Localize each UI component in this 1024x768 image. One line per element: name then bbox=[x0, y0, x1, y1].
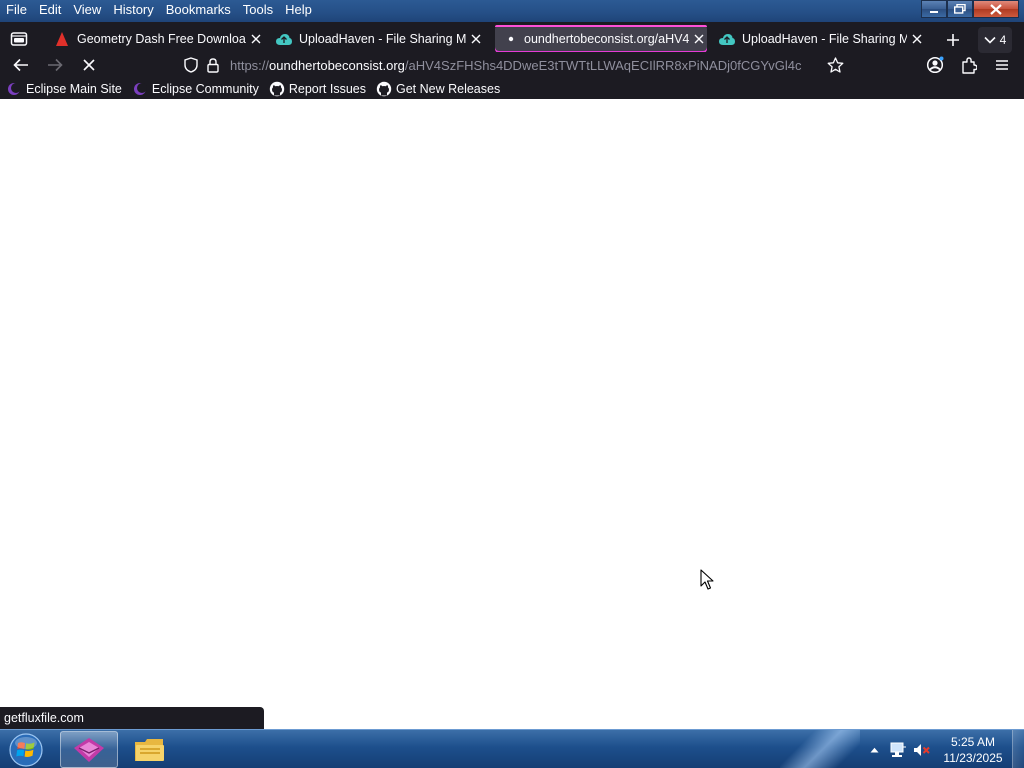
hamburger-menu-icon bbox=[996, 60, 1008, 70]
lock-icon[interactable] bbox=[202, 57, 224, 73]
system-clock[interactable]: 5:25 AM 11/23/2025 bbox=[938, 734, 1008, 766]
close-icon bbox=[990, 3, 1002, 15]
link-status-bar: getfluxfile.com bbox=[0, 707, 264, 729]
account-icon bbox=[926, 56, 944, 74]
geometry-dash-icon bbox=[54, 31, 70, 47]
start-button[interactable] bbox=[2, 730, 50, 768]
bookmark-star-button[interactable] bbox=[822, 52, 848, 78]
eclipse-icon bbox=[132, 81, 148, 97]
window-controls bbox=[921, 0, 1019, 19]
extensions-button[interactable] bbox=[956, 52, 982, 78]
url-protocol: https:// bbox=[230, 57, 270, 73]
taskbar-glare bbox=[780, 730, 860, 768]
close-window-button[interactable] bbox=[973, 0, 1019, 18]
show-desktop-button[interactable] bbox=[1012, 730, 1024, 768]
system-tray: 5:25 AM 11/23/2025 bbox=[862, 730, 1024, 768]
menu-bar: File Edit View History Bookmarks Tools H… bbox=[0, 0, 318, 20]
tab-title: UploadHaven - File Sharing Ma bbox=[742, 32, 907, 46]
volume-tray-icon[interactable] bbox=[910, 738, 934, 762]
close-tab-icon[interactable] bbox=[468, 31, 484, 47]
minimize-button[interactable] bbox=[921, 0, 947, 18]
menu-edit[interactable]: Edit bbox=[33, 0, 67, 20]
tracking-protection-shield-icon[interactable] bbox=[180, 57, 202, 73]
loading-dot-icon bbox=[505, 31, 517, 47]
taskbar: 5:25 AM 11/23/2025 bbox=[0, 729, 1024, 768]
show-hidden-icons-button[interactable] bbox=[862, 738, 886, 762]
firefox-view-icon bbox=[10, 32, 28, 46]
folder-icon bbox=[135, 738, 164, 761]
menu-file[interactable]: File bbox=[0, 0, 33, 20]
firefox-view-button[interactable] bbox=[6, 26, 32, 52]
close-tab-icon[interactable] bbox=[248, 31, 264, 47]
chevron-down-icon bbox=[984, 36, 996, 44]
navigation-bar: https://oundhertobeconsist.org/aHV4SzFHS… bbox=[0, 52, 1024, 78]
chevron-up-icon bbox=[870, 747, 878, 752]
app-menu-button[interactable] bbox=[989, 52, 1015, 78]
eclipse-icon bbox=[6, 81, 22, 97]
bookmark-eclipse-community[interactable]: Eclipse Community bbox=[132, 81, 259, 97]
tab-oundhertobeconsist[interactable]: oundhertobeconsist.org/aHV4S bbox=[495, 25, 707, 53]
new-tab-button[interactable] bbox=[940, 27, 966, 53]
browser-chrome: File Edit View History Bookmarks Tools H… bbox=[0, 0, 1024, 99]
stop-button[interactable] bbox=[76, 52, 102, 78]
tab-strip: Geometry Dash Free Download UploadHaven … bbox=[0, 24, 1024, 54]
menu-view[interactable]: View bbox=[67, 0, 107, 20]
clock-date: 11/23/2025 bbox=[943, 750, 1003, 765]
taskbar-browser-app[interactable] bbox=[60, 731, 118, 768]
address-bar[interactable]: https://oundhertobeconsist.org/aHV4SzFHS… bbox=[176, 52, 850, 78]
bookmark-report-issues[interactable]: Report Issues bbox=[269, 81, 366, 97]
back-button[interactable] bbox=[8, 52, 34, 78]
url-text[interactable]: https://oundhertobeconsist.org/aHV4SzFHS… bbox=[230, 58, 822, 73]
forward-button[interactable] bbox=[42, 52, 68, 78]
volume-muted-icon bbox=[914, 743, 930, 756]
menu-bookmarks[interactable]: Bookmarks bbox=[160, 0, 237, 20]
github-icon bbox=[376, 81, 392, 97]
tab-title: UploadHaven - File Sharing Ma bbox=[299, 32, 466, 46]
tab-count: 4 bbox=[999, 33, 1007, 47]
network-icon bbox=[890, 742, 906, 757]
star-icon bbox=[827, 57, 843, 73]
tab-title: oundhertobeconsist.org/aHV4S bbox=[524, 32, 689, 46]
taskbar-file-explorer[interactable] bbox=[121, 731, 179, 768]
bookmark-get-new-releases[interactable]: Get New Releases bbox=[376, 81, 500, 97]
restore-icon bbox=[954, 4, 966, 14]
url-path: /aHV4SzFHShs4DDweE3tTWTtLLWAqECIlRR8xPiN… bbox=[404, 57, 802, 73]
puzzle-icon bbox=[962, 56, 977, 74]
bookmarks-toolbar: Eclipse Main Site Eclipse Community Repo… bbox=[0, 79, 510, 99]
mouse-cursor-icon bbox=[700, 569, 714, 590]
minimize-icon bbox=[930, 11, 938, 13]
url-host: oundhertobeconsist.org bbox=[269, 57, 405, 73]
menu-tools[interactable]: Tools bbox=[237, 0, 279, 20]
arrow-right-icon bbox=[48, 58, 63, 72]
close-tab-icon[interactable] bbox=[691, 31, 707, 47]
page-content[interactable] bbox=[0, 99, 1024, 729]
tab-geometry-dash[interactable]: Geometry Dash Free Download bbox=[54, 25, 264, 53]
uploadhaven-cloud-icon bbox=[276, 31, 292, 47]
bookmark-eclipse-main-site[interactable]: Eclipse Main Site bbox=[6, 81, 122, 97]
bookmark-label: Get New Releases bbox=[395, 82, 501, 96]
uploadhaven-cloud-icon bbox=[719, 31, 735, 47]
list-all-tabs-button[interactable]: 4 bbox=[978, 27, 1012, 53]
tab-title: Geometry Dash Free Download bbox=[77, 32, 246, 46]
browser-app-icon bbox=[74, 737, 104, 762]
bookmark-label: Eclipse Main Site bbox=[26, 82, 122, 96]
tab-uploadhaven-2[interactable]: UploadHaven - File Sharing Ma bbox=[719, 25, 925, 53]
clock-time: 5:25 AM bbox=[950, 734, 996, 749]
plus-icon bbox=[947, 34, 959, 46]
menu-help[interactable]: Help bbox=[279, 0, 318, 20]
network-tray-icon[interactable] bbox=[886, 738, 910, 762]
arrow-left-icon bbox=[13, 58, 28, 72]
close-tab-icon[interactable] bbox=[909, 31, 925, 47]
bookmark-label: Report Issues bbox=[288, 82, 366, 96]
bookmark-label: Eclipse Community bbox=[151, 82, 259, 96]
stop-icon bbox=[83, 59, 95, 71]
menu-history[interactable]: History bbox=[107, 0, 159, 20]
windows-start-orb-icon bbox=[9, 732, 43, 767]
github-icon bbox=[269, 81, 285, 97]
account-button[interactable] bbox=[922, 52, 948, 78]
tab-uploadhaven-1[interactable]: UploadHaven - File Sharing Ma bbox=[276, 25, 484, 53]
restore-button[interactable] bbox=[947, 0, 973, 18]
